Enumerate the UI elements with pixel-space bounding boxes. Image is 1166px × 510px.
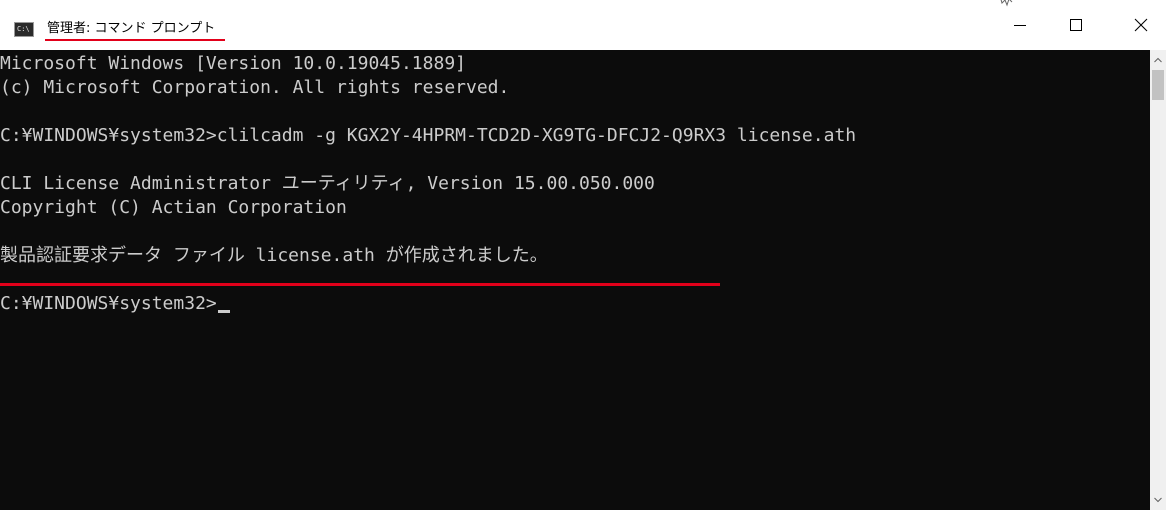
text-cursor — [217, 310, 230, 313]
close-icon — [1134, 18, 1148, 32]
command-prompt-icon[interactable]: C:\ — [14, 22, 34, 37]
minimize-button[interactable] — [997, 0, 1043, 50]
minimize-icon — [1014, 25, 1026, 26]
window-title: 管理者: コマンド プロンプト — [47, 21, 216, 36]
title-bar[interactable]: C:\ 管理者: コマンド プロンプト — [0, 0, 1166, 50]
console-line-command: C:¥WINDOWS¥system32>clilcadm -g KGX2Y-4H… — [0, 125, 857, 146]
chevron-up-icon — [1154, 57, 1162, 63]
title-annotation-underline — [45, 39, 225, 41]
console-line-copyright: (c) Microsoft Corporation. All rights re… — [0, 77, 510, 98]
scroll-up-button[interactable] — [1150, 52, 1166, 68]
console-prompt-line[interactable]: C:¥WINDOWS¥system32> — [0, 294, 230, 314]
maximize-icon — [1070, 19, 1082, 31]
console-line-tool-copyright: Copyright (C) Actian Corporation — [0, 197, 347, 218]
scroll-thumb[interactable] — [1152, 70, 1164, 100]
console-line-result: 製品認証要求データ ファイル license.ath が作成されました。 — [0, 245, 548, 266]
scroll-down-button[interactable] — [1150, 492, 1166, 508]
chevron-down-icon — [1154, 497, 1162, 503]
result-annotation-underline — [0, 283, 720, 286]
maximize-button[interactable] — [1053, 0, 1099, 50]
console-prompt: C:¥WINDOWS¥system32> — [0, 293, 217, 314]
console-line-version: Microsoft Windows [Version 10.0.19045.18… — [0, 53, 466, 74]
console-output[interactable]: Microsoft Windows [Version 10.0.19045.18… — [0, 50, 1150, 510]
close-button[interactable] — [1118, 0, 1164, 50]
console-line-tool-version: CLI License Administrator ユーティリティ, Versi… — [0, 173, 655, 194]
vertical-scrollbar[interactable] — [1150, 50, 1166, 510]
command-prompt-window: C:\ 管理者: コマンド プロンプト Microsoft Windows [V… — [0, 0, 1166, 510]
